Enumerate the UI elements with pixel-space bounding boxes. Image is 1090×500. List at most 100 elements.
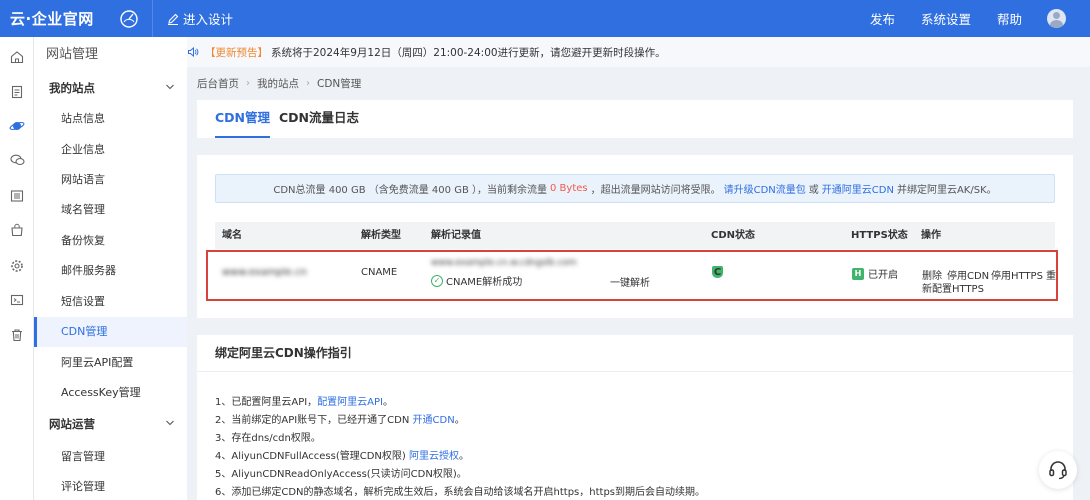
icon-rail [0,37,34,500]
tab-cdn-traffic-log[interactable]: CDN流量日志 [279,100,359,138]
guide-step: 6、添加已绑定CDN的静态域名，解析完成生效后，系统会自动给该域名开启https… [215,483,705,498]
tab-bar: CDN管理 CDN流量日志 [197,100,1073,138]
info-text: 并绑定阿里云AK/SK。 [896,185,997,196]
record-status-text: CNAME解析成功 [446,277,523,288]
column-header-cdn-status: CDN状态 [711,230,756,241]
https-status: H 已开启 [852,266,898,281]
reconfig-https-button[interactable]: 新配置HTTPS [922,280,984,295]
step-text: 3、存在dns/cdn权限。 [215,433,321,444]
step-text: 2、当前绑定的API账号下，已经开通了CDN [215,415,410,426]
guide-step: 4、AliyunCDNFullAccess(管理CDN权限) 阿里云授权。 [215,447,469,462]
chevron-right-icon: › [246,78,250,89]
step-text: 。 [383,397,394,408]
info-text: ，超出流量网站访问将受限。 [590,185,721,196]
step-text: 。 [454,415,465,426]
column-header-type: 解析类型 [361,230,401,241]
row-record: www.example.cn.w.cdngslb.com [431,258,577,268]
bag-icon[interactable] [7,220,27,240]
help-button[interactable]: 帮助 [984,9,1035,28]
update-notice: 【更新预告】 系统将于2024年9月12日（周四）21:00-24:00进行更新… [187,37,1090,67]
publish-button[interactable]: 发布 [857,9,908,28]
sidebar-title: 网站管理 [46,47,99,62]
step-text: 。 [459,451,470,462]
open-aliyun-cdn-link[interactable]: 开通阿里云CDN [822,181,894,196]
enter-design-label: 进入设计 [183,12,234,27]
site-logo[interactable]: 云·企业官网 [0,8,112,29]
upgrade-traffic-link[interactable]: 请升级CDN流量包 [724,181,806,196]
breadcrumb-home[interactable]: 后台首页 [197,76,239,91]
speaker-icon [187,46,199,58]
enter-design-button[interactable]: 进入设计 [153,0,245,37]
https-status-text: 已开启 [868,270,898,281]
reconfig-https-button[interactable]: 重 [1046,267,1056,282]
sidebar-item-company-info[interactable]: 企业信息 [34,135,187,165]
sidebar-item-domain[interactable]: 域名管理 [34,195,187,225]
guide-step: 1、已配置阿里云API，配置阿里云API。 [215,393,393,408]
sidebar-item-accesskey[interactable]: AccessKey管理 [34,378,187,408]
info-text: 或 [808,185,819,196]
avatar[interactable] [1047,9,1066,28]
remaining-traffic: 0 Bytes [550,183,588,194]
sidebar-item-site-language[interactable]: 网站语言 [34,165,187,195]
customer-service-button[interactable] [1039,451,1077,489]
record-status: ✓ CNAME解析成功 [431,273,522,288]
row-type: CNAME [361,267,398,278]
cdn-shield-icon: C [712,266,723,278]
disable-https-button[interactable]: 停用HTTPS [991,267,1043,282]
sidebar-item-mail-server[interactable]: 邮件服务器 [34,256,187,286]
guide-card: 绑定阿里云CDN操作指引 1、已配置阿里云API，配置阿里云API。 2、当前绑… [197,335,1073,500]
settings-icon[interactable] [7,256,27,276]
edit-icon [168,13,179,25]
breadcrumb-current: CDN管理 [317,78,362,90]
breadcrumb: 后台首页 › 我的站点 › CDN管理 [197,76,361,91]
chevron-right-icon: › [306,78,310,89]
sidebar-item-site-info[interactable]: 站点信息 [34,104,187,134]
guide-title: 绑定阿里云CDN操作指引 [197,335,1073,372]
sidebar-group-label: 我的站点 [49,81,95,95]
planet-icon[interactable] [7,116,27,136]
guide-step: 3、存在dns/cdn权限。 [215,429,321,444]
headset-icon [1049,461,1067,480]
https-badge-icon: H [852,267,864,280]
guide-step: 2、当前绑定的API账号下，已经开通了CDN 开通CDN。 [215,411,465,426]
open-cdn-link[interactable]: 开通CDN [413,415,455,426]
breadcrumb-my-site[interactable]: 我的站点 [257,76,299,91]
column-header-https-status: HTTPS状态 [851,230,908,241]
system-settings-button[interactable]: 系统设置 [908,9,984,28]
sidebar-group-operations[interactable]: 网站运营 [34,409,187,439]
chat-icon[interactable] [7,150,27,170]
sidebar-item-backup[interactable]: 备份恢复 [34,226,187,256]
check-circle-icon: ✓ [431,274,443,287]
sidebar-item-aliyun-api[interactable]: 阿里云API配置 [34,348,187,378]
tab-cdn-management[interactable]: CDN管理 [215,100,271,138]
traffic-info-banner: CDN总流量 400 GB （含免费流量 400 GB ），当前剩余流量 0 B… [215,174,1055,203]
column-header-domain: 域名 [222,230,242,241]
row-domain: www.example.cn [222,267,307,278]
table-header: 域名 解析类型 解析记录值 CDN状态 HTTPS状态 操作 [215,222,1055,249]
guide-step: 5、AliyunCDNReadOnlyAccess(只读访问CDN权限)。 [215,465,467,480]
sidebar-item-comments[interactable]: 评论管理 [34,472,187,500]
configure-aliyun-api-link[interactable]: 配置阿里云API [317,397,383,408]
table-row: www.example.cn CNAME www.example.cn.w.cd… [206,250,1058,301]
aliyun-authorize-link[interactable]: 阿里云授权 [409,451,459,462]
one-click-resolve-link[interactable]: 一键解析 [610,274,650,289]
sidebar-group-my-site[interactable]: 我的站点 [34,73,187,103]
page-icon[interactable] [7,82,27,102]
speedometer-icon[interactable] [112,0,146,37]
home-icon[interactable] [7,47,27,67]
step-text: 4、AliyunCDNFullAccess(管理CDN权限) [215,451,406,462]
cdn-card: CDN总流量 400 GB （含免费流量 400 GB ），当前剩余流量 0 B… [197,155,1073,318]
sidebar-item-messages[interactable]: 留言管理 [34,442,187,472]
info-text: CDN总流量 400 GB （含免费流量 400 GB ），当前剩余流量 [273,185,547,196]
step-text: 6、添加已绑定CDN的静态域名，解析完成生效后，系统会自动给该域名开启https… [215,487,705,498]
trash-icon[interactable] [7,325,27,345]
column-header-record: 解析记录值 [431,230,481,241]
step-text: 5、AliyunCDNReadOnlyAccess(只读访问CDN权限)。 [215,469,467,480]
sidebar: 网站管理 我的站点 站点信息 企业信息 网站语言 域名管理 备份恢复 邮件服务器… [34,37,187,500]
sidebar-group-label: 网站运营 [49,417,95,431]
sidebar-item-sms[interactable]: 短信设置 [34,287,187,317]
sidebar-item-cdn[interactable]: CDN管理 [34,317,187,347]
terminal-icon[interactable] [7,290,27,310]
step-text: 1、已配置阿里云API， [215,397,318,408]
list-icon[interactable] [7,186,27,206]
